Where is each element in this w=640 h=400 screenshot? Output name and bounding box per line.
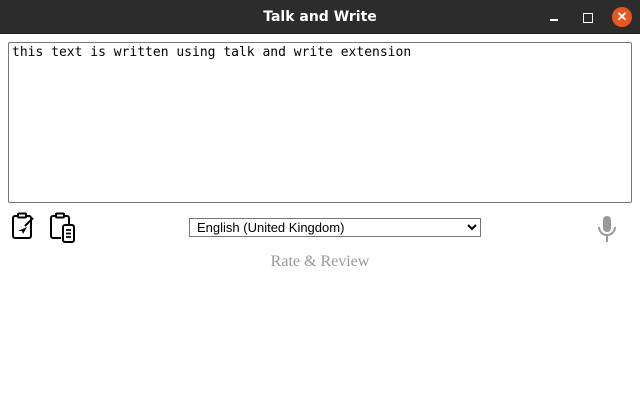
window-title: Talk and Write bbox=[263, 9, 377, 25]
clipboard-send-icon[interactable] bbox=[11, 212, 37, 240]
microphone-icon[interactable] bbox=[597, 215, 617, 243]
language-select[interactable]: English (United Kingdom) bbox=[189, 218, 481, 237]
text-editor[interactable]: this text is written using talk and writ… bbox=[8, 42, 632, 203]
close-button[interactable]: ✕ bbox=[612, 7, 632, 27]
maximize-button[interactable] bbox=[578, 7, 598, 27]
rate-review-link[interactable]: Rate & Review bbox=[0, 253, 640, 271]
title-bar: Talk and Write ✕ bbox=[0, 0, 640, 34]
clipboard-paste-icon[interactable] bbox=[49, 212, 77, 244]
minimize-button[interactable] bbox=[545, 7, 565, 27]
